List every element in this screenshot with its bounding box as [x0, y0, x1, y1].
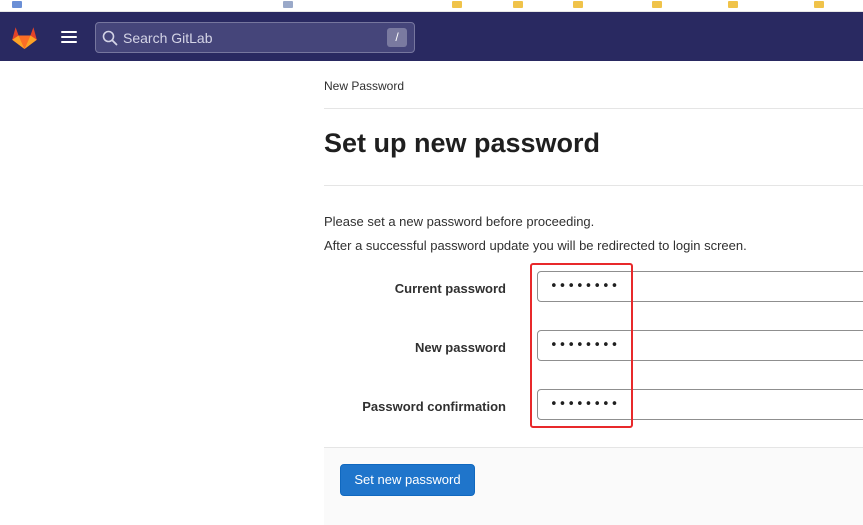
info-text: Please set a new password before proceed…: [324, 214, 595, 229]
bookmark-icon: [283, 1, 293, 8]
folder-icon: [652, 1, 662, 8]
search-shortcut-badge: /: [387, 28, 407, 47]
folder-icon: [814, 1, 824, 8]
top-navbar: Search GitLab /: [0, 12, 863, 61]
divider: [324, 185, 863, 186]
new-password-label: New password: [414, 340, 506, 355]
page-title: Set up new password: [324, 128, 601, 158]
bookmark-icon: [12, 1, 22, 8]
folder-icon: [728, 1, 738, 8]
hamburger-menu-icon[interactable]: [57, 26, 81, 48]
annotation-highlight-box: [530, 263, 633, 428]
folder-icon: [513, 1, 523, 8]
set-new-password-button[interactable]: Set new password: [340, 464, 475, 496]
password-confirmation-label: Password confirmation: [362, 399, 506, 414]
folder-icon: [573, 1, 583, 8]
search-placeholder: Search GitLab: [123, 30, 213, 46]
breadcrumb[interactable]: New Password: [324, 79, 404, 93]
current-password-label: Current password: [394, 281, 506, 296]
browser-bookmarks-strip: [0, 0, 863, 12]
divider: [324, 108, 863, 109]
search-icon: [102, 30, 118, 46]
info-text: After a successful password update you w…: [324, 238, 747, 253]
folder-icon: [452, 1, 462, 8]
search-input[interactable]: Search GitLab /: [95, 22, 415, 53]
gitlab-logo-icon[interactable]: [11, 25, 38, 50]
